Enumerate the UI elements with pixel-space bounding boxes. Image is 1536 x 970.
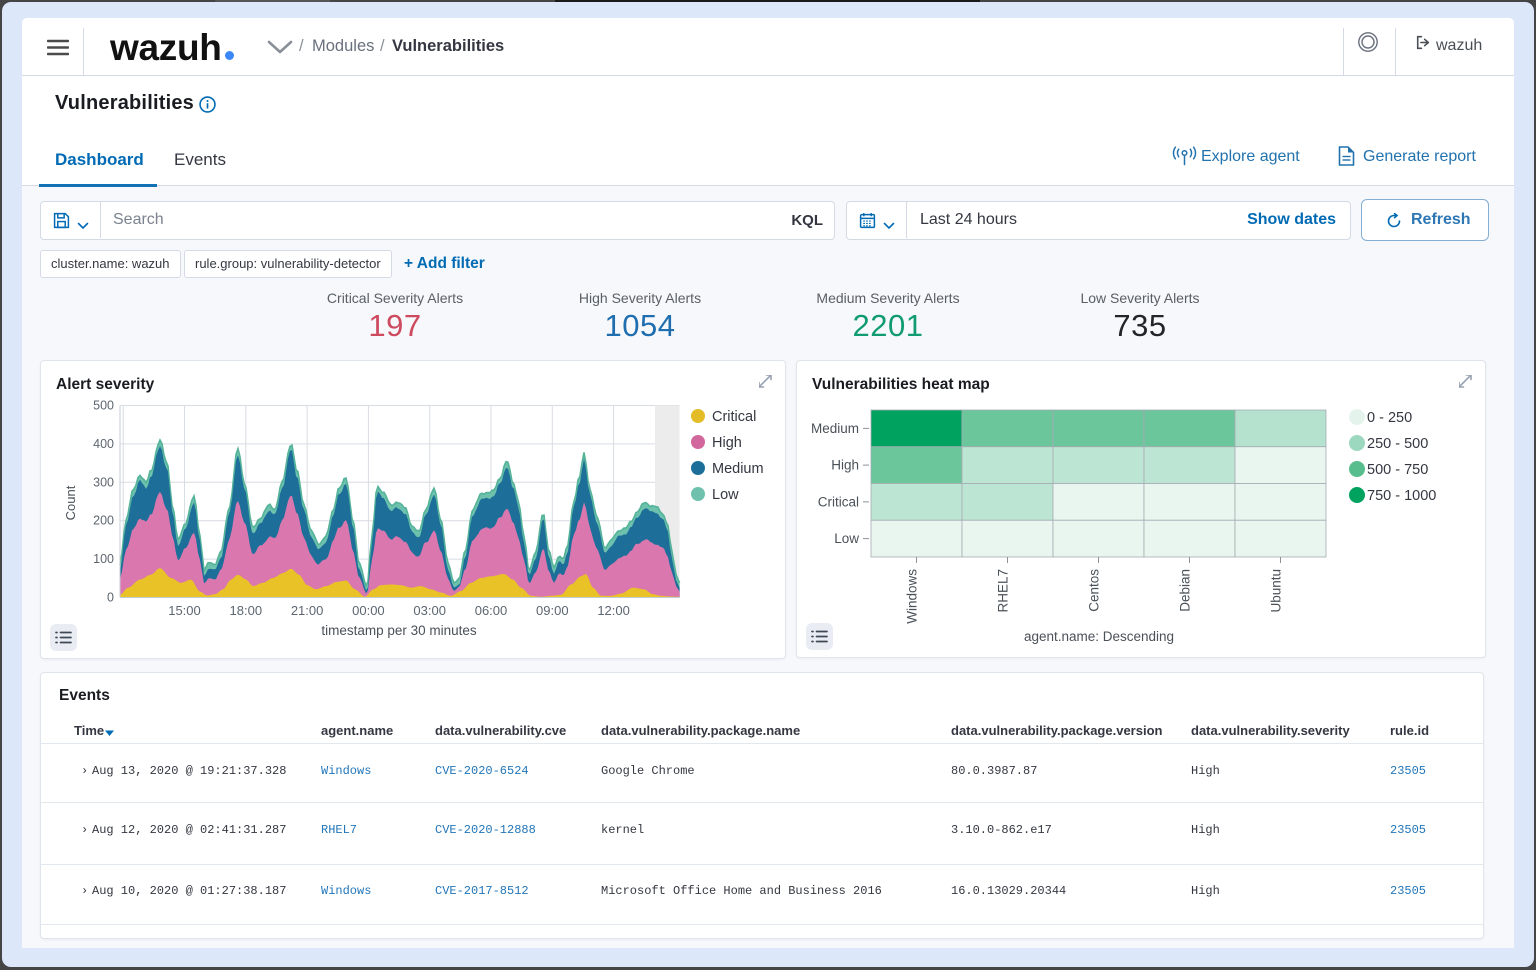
- svg-text:Low: Low: [712, 487, 739, 503]
- svg-text:21:00: 21:00: [291, 603, 324, 618]
- svg-text:Debian: Debian: [1178, 569, 1193, 612]
- svg-text:Medium: Medium: [811, 421, 859, 436]
- svg-text:Low: Low: [834, 531, 859, 546]
- svg-text:750 - 1000: 750 - 1000: [1367, 488, 1436, 504]
- svg-text:18:00: 18:00: [230, 603, 263, 618]
- svg-text:timestamp per 30 minutes: timestamp per 30 minutes: [321, 623, 477, 638]
- svg-text:Count: Count: [63, 485, 78, 520]
- svg-text:100: 100: [93, 552, 114, 566]
- svg-text:200: 200: [93, 514, 114, 528]
- svg-text:03:00: 03:00: [413, 603, 446, 618]
- svg-text:Medium: Medium: [712, 461, 764, 477]
- svg-text:06:00: 06:00: [475, 603, 508, 618]
- svg-text:15:00: 15:00: [168, 603, 201, 618]
- svg-text:Ubuntu: Ubuntu: [1269, 569, 1284, 613]
- svg-text:RHEL7: RHEL7: [996, 569, 1011, 613]
- svg-text:Critical: Critical: [818, 494, 859, 509]
- svg-text:Critical: Critical: [712, 409, 756, 425]
- svg-text:12:00: 12:00: [597, 603, 630, 618]
- svg-text:500: 500: [93, 399, 114, 413]
- svg-text:500 - 750: 500 - 750: [1367, 462, 1428, 478]
- svg-text:250 - 500: 250 - 500: [1367, 436, 1428, 452]
- svg-text:0: 0: [107, 591, 114, 605]
- svg-text:400: 400: [93, 437, 114, 451]
- svg-text:agent.name: Descending: agent.name: Descending: [1024, 629, 1174, 644]
- svg-text:00:00: 00:00: [352, 603, 385, 618]
- svg-text:High: High: [831, 458, 859, 473]
- svg-text:09:00: 09:00: [536, 603, 569, 618]
- svg-text:Windows: Windows: [905, 569, 920, 624]
- svg-text:Centos: Centos: [1087, 569, 1102, 612]
- svg-text:High: High: [712, 435, 742, 451]
- svg-text:300: 300: [93, 475, 114, 489]
- svg-text:0 - 250: 0 - 250: [1367, 410, 1412, 426]
